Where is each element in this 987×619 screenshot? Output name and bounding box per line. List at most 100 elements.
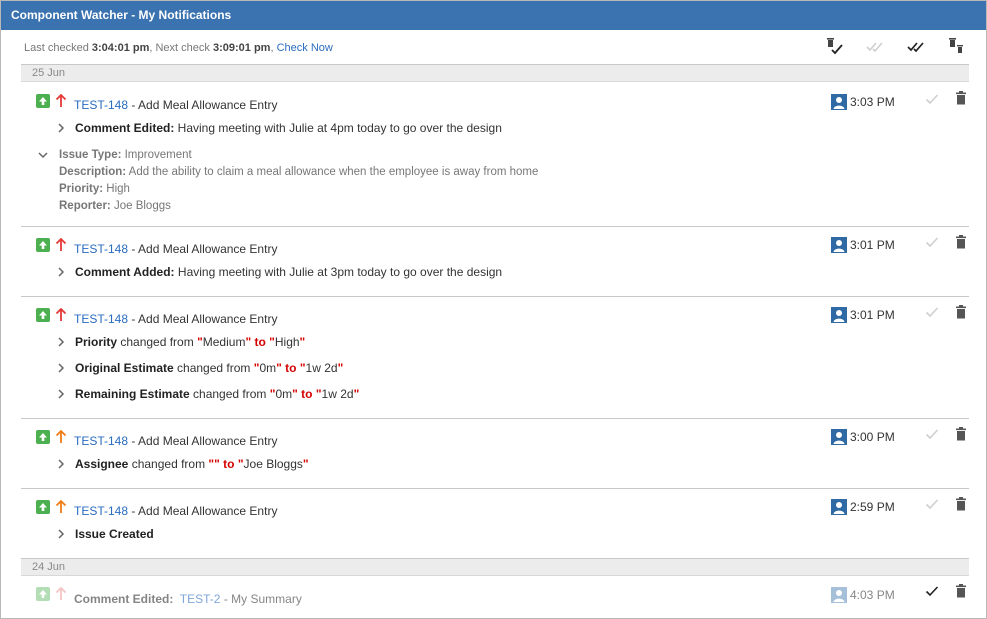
update-badge-icon bbox=[36, 238, 50, 252]
notification-item: TEST-148 - Add Meal Allowance Entry Comm… bbox=[21, 82, 969, 227]
quote-mark: " bbox=[337, 361, 344, 375]
quote-mark: " bbox=[302, 457, 309, 471]
change-label: Original Estimate bbox=[75, 361, 174, 375]
issue-key-link[interactable]: TEST-2 bbox=[180, 592, 221, 606]
detail-label: Reporter: bbox=[59, 200, 111, 212]
mark-unread-icon[interactable] bbox=[925, 584, 939, 598]
change-text: changed from bbox=[128, 457, 209, 471]
change-entry: Issue Created bbox=[75, 527, 154, 541]
issue-key-link[interactable]: TEST-148 bbox=[74, 98, 128, 112]
to-word: to bbox=[297, 387, 316, 401]
change-text: changed from bbox=[189, 387, 270, 401]
priority-medium-icon bbox=[55, 430, 67, 443]
notification-item-read: Comment Edited: TEST-2 - My Summary 4:03… bbox=[21, 576, 969, 618]
last-checked-label: Last checked bbox=[24, 42, 89, 54]
issue-title: TEST-148 - Add Meal Allowance Entry bbox=[74, 312, 277, 326]
detail-label: Priority: bbox=[59, 183, 104, 195]
issue-title: TEST-148 - Add Meal Allowance Entry bbox=[74, 242, 277, 256]
notifications-window: Component Watcher - My Notifications Las… bbox=[0, 0, 987, 619]
detail-reporter: Reporter: Joe Bloggs bbox=[59, 200, 171, 212]
mark-all-read-icon[interactable] bbox=[906, 36, 926, 56]
notification-time: 4:03 PM bbox=[850, 588, 895, 602]
chevron-right-icon[interactable] bbox=[57, 389, 65, 399]
chevron-right-icon[interactable] bbox=[57, 529, 65, 539]
issue-summary: - Add Meal Allowance Entry bbox=[128, 242, 278, 256]
notification-item: TEST-148 - Add Meal Allowance Entry Prio… bbox=[21, 297, 969, 419]
notification-time: 2:59 PM bbox=[850, 500, 895, 514]
mark-read-icon[interactable] bbox=[925, 305, 939, 319]
notification-time: 3:03 PM bbox=[850, 95, 895, 109]
mark-read-icon[interactable] bbox=[865, 36, 885, 56]
notification-item: TEST-148 - Add Meal Allowance Entry Assi… bbox=[21, 419, 969, 489]
last-checked-time: 3:04:01 pm bbox=[91, 42, 150, 54]
old-value: 0m bbox=[259, 361, 277, 375]
quote-mark: " bbox=[353, 387, 360, 401]
issue-summary: - Add Meal Allowance Entry bbox=[128, 434, 278, 448]
new-value: Joe Bloggs bbox=[243, 457, 303, 471]
delete-icon[interactable] bbox=[954, 584, 968, 598]
chevron-down-icon[interactable] bbox=[38, 151, 48, 159]
update-badge-icon bbox=[36, 308, 50, 322]
notification-item: TEST-148 - Add Meal Allowance Entry Comm… bbox=[21, 227, 969, 297]
priority-high-icon bbox=[55, 308, 67, 321]
chevron-right-icon[interactable] bbox=[57, 363, 65, 373]
update-badge-icon bbox=[36, 500, 50, 514]
mark-read-icon[interactable] bbox=[925, 92, 939, 106]
notification-time: 3:00 PM bbox=[850, 430, 895, 444]
date-header-24-jun: 24 Jun bbox=[21, 558, 969, 576]
change-text: Having meeting with Julie at 4pm today t… bbox=[174, 121, 502, 135]
detail-label: Issue Type: bbox=[59, 149, 122, 161]
user-avatar-icon bbox=[831, 587, 847, 603]
detail-value: Improvement bbox=[121, 149, 192, 161]
change-label: Issue Created bbox=[75, 527, 154, 541]
new-value: High bbox=[274, 335, 300, 349]
user-avatar-icon bbox=[831, 94, 847, 110]
issue-summary: - Add Meal Allowance Entry bbox=[128, 312, 278, 326]
issue-summary: - Add Meal Allowance Entry bbox=[128, 504, 278, 518]
user-avatar-icon bbox=[831, 429, 847, 445]
change-text: changed from bbox=[117, 335, 198, 349]
user-avatar-icon bbox=[831, 307, 847, 323]
delete-icon[interactable] bbox=[954, 427, 968, 441]
to-word: to bbox=[251, 335, 270, 349]
mark-read-icon[interactable] bbox=[925, 235, 939, 249]
change-label: Priority bbox=[75, 335, 118, 349]
change-label: Comment Edited: bbox=[75, 121, 175, 135]
detail-value: High bbox=[103, 183, 130, 195]
issue-key-link[interactable]: TEST-148 bbox=[74, 242, 128, 256]
change-entry: Comment Edited: Having meeting with Juli… bbox=[75, 121, 502, 135]
notification-time: 3:01 PM bbox=[850, 308, 895, 322]
issue-key-link[interactable]: TEST-148 bbox=[74, 434, 128, 448]
issue-title: TEST-148 - Add Meal Allowance Entry bbox=[74, 434, 277, 448]
change-entry: Assignee changed from "" to "Joe Bloggs" bbox=[75, 457, 309, 471]
detail-priority: Priority: High bbox=[59, 183, 130, 195]
to-word: to bbox=[219, 457, 238, 471]
delete-all-icon[interactable] bbox=[947, 36, 967, 56]
priority-high-icon bbox=[55, 238, 67, 251]
delete-icon[interactable] bbox=[954, 91, 968, 105]
new-value: 1w 2d bbox=[305, 361, 338, 375]
priority-high-icon bbox=[55, 94, 67, 107]
change-label: Comment Edited: bbox=[74, 592, 174, 606]
change-label: Comment Added: bbox=[75, 265, 175, 279]
chevron-right-icon[interactable] bbox=[57, 123, 65, 133]
delete-icon[interactable] bbox=[954, 497, 968, 511]
chevron-right-icon[interactable] bbox=[57, 267, 65, 277]
chevron-right-icon[interactable] bbox=[57, 337, 65, 347]
detail-description: Description: Add the ability to claim a … bbox=[59, 166, 538, 178]
change-label: Assignee bbox=[75, 457, 129, 471]
mark-read-icon[interactable] bbox=[925, 427, 939, 441]
delete-icon[interactable] bbox=[954, 305, 968, 319]
issue-summary: - My Summary bbox=[220, 592, 302, 606]
chevron-right-icon[interactable] bbox=[57, 459, 65, 469]
delete-read-icon[interactable] bbox=[824, 36, 844, 56]
delete-icon[interactable] bbox=[954, 235, 968, 249]
mark-read-icon[interactable] bbox=[925, 497, 939, 511]
issue-summary: - Add Meal Allowance Entry bbox=[128, 98, 278, 112]
check-now-link[interactable]: Check Now bbox=[277, 42, 333, 54]
issue-key-link[interactable]: TEST-148 bbox=[74, 504, 128, 518]
issue-title: Comment Edited: TEST-2 - My Summary bbox=[74, 592, 302, 606]
change-text: Having meeting with Julie at 3pm today t… bbox=[174, 265, 503, 279]
issue-title: TEST-148 - Add Meal Allowance Entry bbox=[74, 98, 277, 112]
issue-key-link[interactable]: TEST-148 bbox=[74, 312, 128, 326]
